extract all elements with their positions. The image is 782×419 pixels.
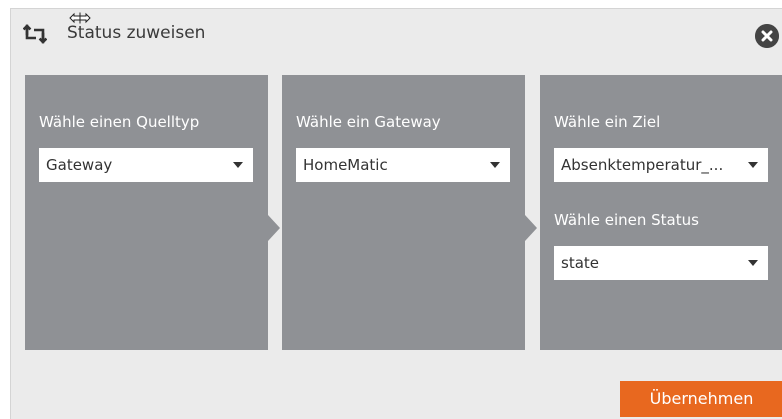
source-type-panel: Wähle einen Quelltyp Gateway — [25, 75, 268, 350]
dialog-titlebar[interactable]: Status zuweisen — [11, 9, 782, 57]
assign-status-dialog: Status zuweisen Wähle einen Quelltyp Gat… — [10, 8, 782, 419]
target-panel: Wähle ein Ziel Absenktemperatur_... Wähl… — [540, 75, 782, 350]
step-arrow — [268, 215, 280, 241]
status-value: state — [561, 254, 599, 272]
chevron-down-icon — [490, 162, 500, 168]
gateway-label: Wähle ein Gateway — [296, 113, 441, 131]
chevron-down-icon — [233, 162, 243, 168]
status-select[interactable]: state — [554, 246, 768, 280]
close-icon[interactable] — [755, 24, 779, 48]
step-arrow — [525, 215, 537, 241]
target-select[interactable]: Absenktemperatur_... — [554, 148, 768, 182]
status-label: Wähle einen Status — [554, 211, 699, 229]
repeat-icon — [23, 24, 47, 44]
target-label: Wähle ein Ziel — [554, 113, 661, 131]
source-type-value: Gateway — [46, 156, 113, 174]
gateway-value: HomeMatic — [303, 156, 388, 174]
target-value: Absenktemperatur_... — [561, 156, 724, 174]
dialog-title: Status zuweisen — [67, 23, 206, 43]
chevron-down-icon — [748, 162, 758, 168]
apply-button[interactable]: Übernehmen — [620, 381, 782, 417]
chevron-down-icon — [748, 260, 758, 266]
source-type-select[interactable]: Gateway — [39, 148, 253, 182]
gateway-panel: Wähle ein Gateway HomeMatic — [282, 75, 525, 350]
gateway-select[interactable]: HomeMatic — [296, 148, 510, 182]
source-type-label: Wähle einen Quelltyp — [39, 113, 200, 131]
